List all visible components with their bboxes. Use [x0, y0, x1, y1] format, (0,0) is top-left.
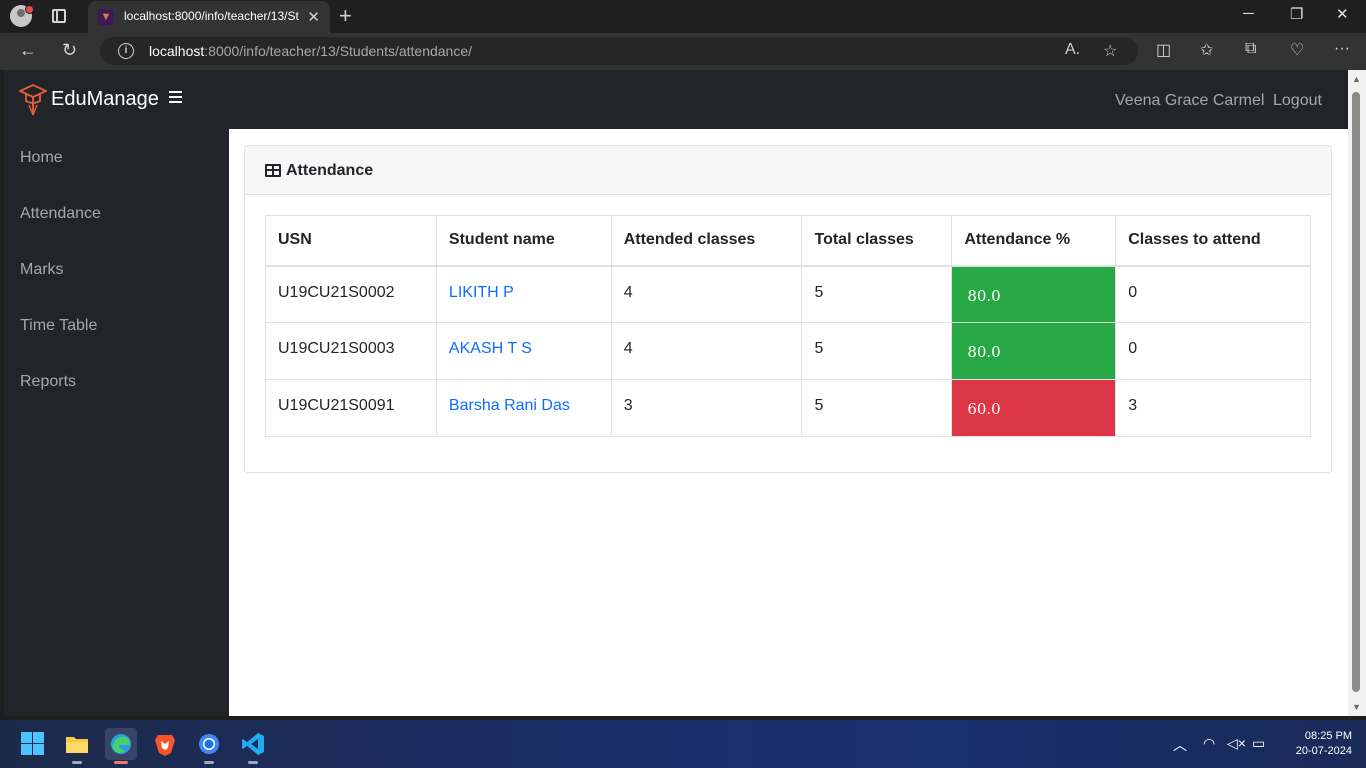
student-name-link[interactable]: Barsha Rani Das — [449, 397, 570, 414]
attended-classes-cell: 3 — [610, 379, 803, 437]
edge-browser-icon[interactable] — [105, 728, 137, 764]
site-info-icon[interactable]: i — [118, 43, 134, 59]
new-tab-icon[interactable]: + — [339, 3, 352, 29]
clock-time: 08:25 PM — [1304, 730, 1352, 742]
clock-date: 20-07-2024 — [1295, 745, 1352, 757]
sidebar-item-marks[interactable]: Marks — [20, 261, 64, 279]
show-hidden-icons-chevron-icon[interactable]: ︿ — [1173, 735, 1187, 755]
browser-tab-bar: ▼ localhost:8000/info/teacher/13/Student… — [0, 0, 1366, 33]
student-name-cell: LIKITH P — [435, 265, 612, 323]
windows-taskbar: ︿ ◠ ◁× ▭ 08:25 PM 20-07-2024 — [0, 720, 1366, 768]
attendance-percent-cell: 60.0 — [951, 379, 1117, 437]
column-header-total-classes: Total classes — [801, 215, 953, 267]
student-name-link[interactable]: LIKITH P — [449, 284, 514, 301]
sidebar-item-attendance[interactable]: Attendance — [20, 205, 101, 223]
url-text: localhost:8000/info/teacher/13/Students/… — [149, 43, 472, 59]
attendance-percent-cell: 80.0 — [951, 322, 1117, 380]
url-host: localhost — [149, 43, 205, 59]
page-scrollbar[interactable]: ▲ ▼ — [1348, 70, 1366, 716]
usn-cell: U19CU21S0091 — [265, 379, 437, 437]
restore-icon[interactable]: ❐ — [1290, 5, 1303, 23]
tab-title: localhost:8000/info/teacher/13/Students/… — [124, 9, 299, 23]
collections-icon[interactable]: ⧉ — [1245, 40, 1256, 58]
table-row: U19CU21S0002 LIKITH P 4 5 80.0 0 — [265, 265, 1311, 323]
total-classes-cell: 5 — [801, 379, 953, 437]
usn-cell: U19CU21S0002 — [265, 265, 437, 323]
sidebar-item-reports[interactable]: Reports — [20, 373, 76, 391]
hamburger-menu-icon[interactable] — [169, 91, 182, 103]
address-bar-row: ← ↻ i localhost:8000/info/teacher/13/Stu… — [0, 33, 1366, 70]
profile-avatar-icon[interactable] — [10, 5, 34, 27]
wifi-icon[interactable]: ◠ — [1203, 735, 1215, 752]
attended-classes-cell: 4 — [610, 322, 803, 380]
scroll-down-arrow-icon[interactable]: ▼ — [1352, 702, 1361, 712]
extensions-icon[interactable]: ♡ — [1290, 40, 1304, 60]
attendance-table: USN Student name Attended classes Total … — [265, 215, 1311, 437]
favorites-icon[interactable]: ✩ — [1200, 40, 1213, 60]
volume-muted-icon[interactable]: ◁× — [1227, 735, 1246, 752]
table-row: U19CU21S0003 AKASH T S 4 5 80.0 0 — [265, 322, 1311, 380]
page-viewport: EduManage Veena Grace Carmel Logout Home… — [4, 70, 1348, 716]
back-icon[interactable]: ← — [19, 40, 37, 61]
main-content: Attendance USN Student name Attended cla… — [229, 129, 1348, 716]
table-icon — [265, 164, 281, 177]
attendance-percent-cell: 80.0 — [951, 265, 1117, 323]
address-input[interactable]: i localhost:8000/info/teacher/13/Student… — [100, 37, 1138, 65]
column-header-attendance-percent: Attendance % — [951, 215, 1117, 267]
chrome-browser-icon[interactable] — [193, 728, 225, 764]
battery-icon[interactable]: ▭ — [1252, 735, 1265, 752]
table-row: U19CU21S0091 Barsha Rani Das 3 5 60.0 3 — [265, 379, 1311, 437]
student-name-link[interactable]: AKASH T S — [449, 340, 532, 357]
column-header-attended-classes: Attended classes — [610, 215, 803, 267]
url-path: :8000/info/teacher/13/Students/attendanc… — [204, 43, 473, 59]
browser-tab[interactable]: ▼ localhost:8000/info/teacher/13/Student… — [88, 1, 330, 33]
student-name-cell: Barsha Rani Das — [435, 379, 612, 437]
read-aloud-icon[interactable]: A. — [1065, 41, 1080, 59]
total-classes-cell: 5 — [801, 265, 953, 323]
windows-start-icon[interactable] — [21, 732, 44, 755]
classes-to-attend-cell: 0 — [1115, 265, 1311, 323]
graduation-cap-logo-icon[interactable] — [19, 83, 47, 117]
logout-link[interactable]: Logout — [1273, 92, 1322, 110]
column-header-classes-to-attend: Classes to attend — [1115, 215, 1311, 267]
card-header: Attendance — [245, 146, 1331, 195]
attendance-card: Attendance USN Student name Attended cla… — [244, 145, 1332, 473]
column-header-usn: USN — [265, 215, 437, 267]
usn-cell: U19CU21S0003 — [265, 322, 437, 380]
top-navbar: EduManage Veena Grace Carmel Logout — [4, 70, 1348, 129]
system-clock[interactable]: 08:25 PM 20-07-2024 — [1278, 729, 1352, 759]
scrollbar-thumb[interactable] — [1352, 92, 1360, 692]
refresh-icon[interactable]: ↻ — [62, 40, 77, 61]
card-title: Attendance — [286, 162, 374, 179]
split-screen-icon[interactable]: ◫ — [1156, 40, 1171, 60]
vscode-icon[interactable] — [237, 728, 269, 764]
more-menu-icon[interactable]: ··· — [1334, 40, 1350, 58]
column-header-student-name: Student name — [435, 215, 612, 267]
total-classes-cell: 5 — [801, 322, 953, 380]
sidebar: Home Attendance Marks Time Table Reports — [4, 129, 229, 716]
tab-actions-icon[interactable] — [52, 9, 66, 23]
student-name-cell: AKASH T S — [435, 322, 612, 380]
classes-to-attend-cell: 0 — [1115, 322, 1311, 380]
scroll-up-arrow-icon[interactable]: ▲ — [1352, 74, 1361, 84]
attended-classes-cell: 4 — [610, 265, 803, 323]
sidebar-item-home[interactable]: Home — [20, 149, 63, 167]
tab-close-icon[interactable]: ✕ — [307, 8, 320, 26]
favorite-star-icon[interactable]: ☆ — [1103, 41, 1117, 61]
sidebar-item-time-table[interactable]: Time Table — [20, 317, 97, 335]
minimize-icon[interactable]: ─ — [1243, 5, 1254, 22]
site-favicon-icon: ▼ — [98, 9, 114, 25]
file-explorer-icon[interactable] — [61, 728, 93, 764]
window-close-icon[interactable]: ✕ — [1336, 5, 1349, 23]
brave-browser-icon[interactable] — [149, 728, 181, 760]
user-name-link[interactable]: Veena Grace Carmel — [1115, 92, 1264, 110]
brand-name[interactable]: EduManage — [51, 88, 159, 111]
table-header-row: USN Student name Attended classes Total … — [265, 215, 1311, 267]
classes-to-attend-cell: 3 — [1115, 379, 1311, 437]
